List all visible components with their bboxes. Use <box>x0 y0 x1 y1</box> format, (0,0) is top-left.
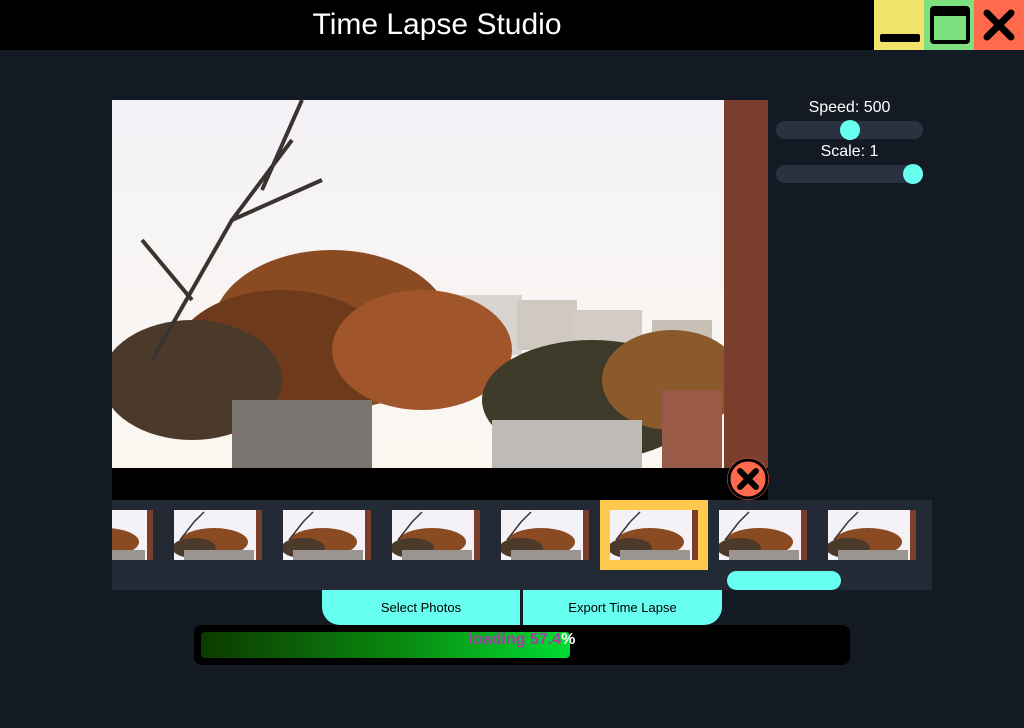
progress-percent-sign: % <box>561 631 576 648</box>
photo-preview <box>112 100 768 500</box>
thumbnail-image <box>828 510 916 560</box>
progress-label: loading 57.4 <box>468 631 562 648</box>
thumbnail-image <box>719 510 807 560</box>
speed-label: Speed: 500 <box>808 99 891 116</box>
filmstrip-thumbnail[interactable] <box>719 510 807 560</box>
window-title: Time Lapse Studio <box>312 8 562 41</box>
minimize-icon <box>880 34 920 42</box>
thumbnail-image <box>174 510 262 560</box>
close-circle-icon <box>727 458 769 500</box>
filmstrip-thumbnail[interactable] <box>828 510 916 560</box>
filmstrip-thumbnail[interactable] <box>174 510 262 560</box>
scale-slider-thumb[interactable] <box>902 164 923 184</box>
close-icon <box>983 9 1015 41</box>
playback-controls: Speed: 500 Scale: 1 <box>776 98 923 186</box>
speed-slider[interactable] <box>776 120 923 140</box>
progress-text: loading 57.4% <box>194 625 850 665</box>
scale-label: Scale: 1 <box>820 143 879 160</box>
thumbnail-image <box>112 510 153 560</box>
filmstrip-thumbnail[interactable] <box>112 510 153 560</box>
speed-slider-thumb[interactable] <box>839 120 860 140</box>
minimize-button[interactable] <box>874 0 924 50</box>
filmstrip-thumbnail[interactable] <box>600 500 708 570</box>
thumbnail-image <box>610 510 698 560</box>
filmstrip-thumbnail[interactable] <box>501 510 589 560</box>
scale-slider[interactable] <box>776 164 923 184</box>
filmstrip-thumbnail[interactable] <box>283 510 371 560</box>
maximize-button[interactable] <box>924 0 974 50</box>
filmstrip-thumbnail[interactable] <box>392 510 480 560</box>
loading-progress-bar: loading 57.4% <box>194 625 850 665</box>
thumbnail-image <box>392 510 480 560</box>
filmstrip-scrollbar-thumb[interactable] <box>727 571 841 590</box>
select-photos-button[interactable]: Select Photos <box>322 590 520 625</box>
filmstrip[interactable] <box>112 500 932 590</box>
photo-viewer <box>112 100 768 500</box>
remove-photo-button[interactable] <box>727 458 769 500</box>
maximize-icon <box>930 6 970 44</box>
thumbnail-image <box>501 510 589 560</box>
title-bar: Time Lapse Studio <box>0 0 1024 50</box>
close-button[interactable] <box>974 0 1024 50</box>
export-time-lapse-button[interactable]: Export Time Lapse <box>523 590 722 625</box>
thumbnail-image <box>283 510 371 560</box>
